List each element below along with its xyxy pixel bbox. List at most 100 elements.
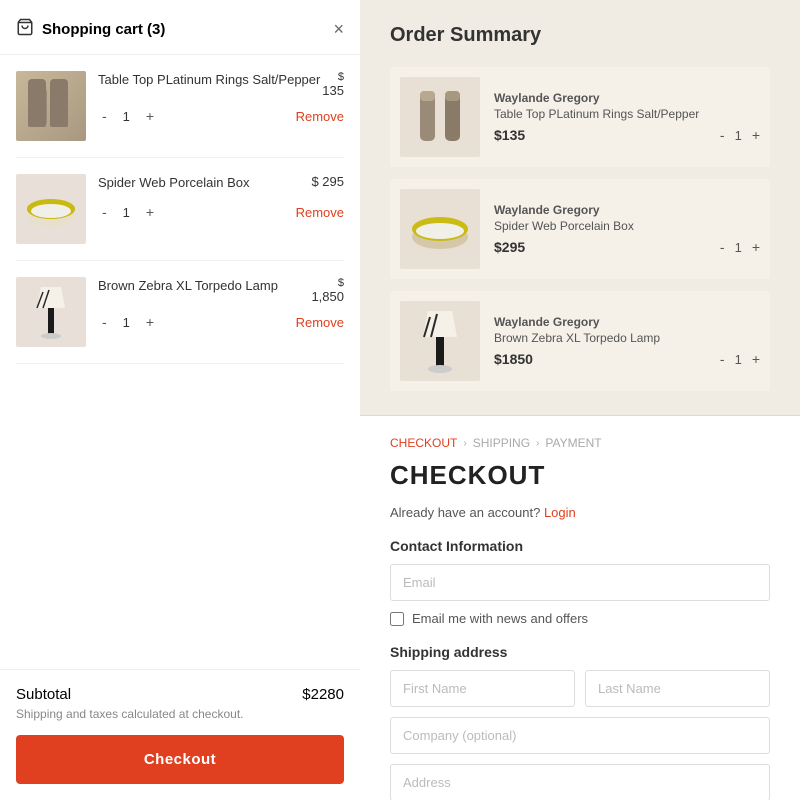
qty-minus-lamp[interactable]: - — [98, 314, 111, 330]
breadcrumb-sep-1: › — [463, 438, 466, 449]
order-items-list: Waylande Gregory Table Top PLatinum Ring… — [390, 67, 770, 391]
breadcrumb-sep-2: › — [536, 438, 539, 449]
cart-title: Shopping cart (3) — [42, 21, 165, 38]
order-qty-plus-2[interactable]: + — [752, 351, 760, 367]
first-name-input[interactable] — [390, 670, 575, 707]
order-qty-minus-1[interactable]: - — [720, 239, 725, 255]
cart-header: Shopping cart (3) × — [0, 0, 360, 55]
cart-footer: Subtotal $2280 Shipping and taxes calcul… — [0, 669, 360, 800]
account-prompt-text: Already have an account? — [390, 505, 540, 520]
breadcrumb-shipping: SHIPPING — [473, 436, 530, 450]
cart-item-porcelain: Spider Web Porcelain Box $ 295 - 1 + Rem… — [16, 158, 344, 261]
order-item-bottom-1: $295 - 1 + — [494, 239, 760, 255]
company-input[interactable] — [390, 717, 770, 754]
order-summary-title: Order Summary — [390, 24, 770, 47]
cart-icon — [16, 18, 34, 40]
cart-item-price-salt-pepper: $ 135 — [322, 71, 344, 98]
cart-item-top-porcelain: Spider Web Porcelain Box $ 295 — [98, 174, 344, 194]
name-row — [390, 670, 770, 717]
qty-minus-salt-pepper[interactable]: - — [98, 108, 111, 124]
remove-salt-pepper[interactable]: Remove — [296, 109, 344, 124]
order-item-brand-1: Waylande Gregory — [494, 203, 760, 217]
order-item-brand-0: Waylande Gregory — [494, 91, 760, 105]
subtotal-label: Subtotal — [16, 686, 71, 703]
cart-item-image-salt-pepper — [16, 71, 86, 141]
shipping-section-label: Shipping address — [390, 644, 770, 660]
order-item-salt-pepper: Waylande Gregory Table Top PLatinum Ring… — [390, 67, 770, 167]
order-item-brand-2: Waylande Gregory — [494, 315, 760, 329]
newsletter-checkbox[interactable] — [390, 612, 404, 626]
last-name-input[interactable] — [585, 670, 770, 707]
login-link[interactable]: Login — [544, 505, 576, 520]
order-item-price-2: $1850 — [494, 351, 533, 367]
order-item-qty-1: - 1 + — [720, 239, 760, 255]
order-item-porcelain: Waylande Gregory Spider Web Porcelain Bo… — [390, 179, 770, 279]
checkout-panel: Order Summary Waylande Gregory Table Top… — [360, 0, 800, 800]
newsletter-label: Email me with news and offers — [412, 611, 588, 626]
cart-item-controls-salt-pepper: - 1 + Remove — [98, 108, 344, 124]
cart-item-top-lamp: Brown Zebra XL Torpedo Lamp $ 1,850 — [98, 277, 344, 304]
address-input[interactable] — [390, 764, 770, 800]
order-qty-plus-1[interactable]: + — [752, 239, 760, 255]
order-item-qty-2: - 1 + — [720, 351, 760, 367]
cart-item-top: Table Top PLatinum Rings Salt/Pepper $ 1… — [98, 71, 344, 98]
remove-lamp[interactable]: Remove — [296, 315, 344, 330]
order-qty-minus-2[interactable]: - — [720, 351, 725, 367]
qty-value-porcelain: 1 — [123, 205, 130, 220]
order-item-lamp: Waylande Gregory Brown Zebra XL Torpedo … — [390, 291, 770, 391]
qty-plus-lamp[interactable]: + — [142, 314, 158, 330]
order-item-bottom-2: $1850 - 1 + — [494, 351, 760, 367]
order-item-price-1: $295 — [494, 239, 525, 255]
cart-item-info-salt-pepper: Table Top PLatinum Rings Salt/Pepper $ 1… — [98, 71, 344, 124]
account-prompt: Already have an account? Login — [390, 505, 770, 520]
qty-value-lamp: 1 — [123, 315, 130, 330]
qty-control-salt-pepper: - 1 + — [98, 108, 158, 124]
cart-item-controls-porcelain: - 1 + Remove — [98, 204, 344, 220]
cart-item-controls-lamp: - 1 + Remove — [98, 314, 344, 330]
cart-item-name-salt-pepper: Table Top PLatinum Rings Salt/Pepper — [98, 71, 320, 89]
checkout-title: CHECKOUT — [390, 460, 770, 491]
order-qty-value-2: 1 — [735, 352, 742, 367]
breadcrumb-checkout: CHECKOUT — [390, 436, 457, 450]
cart-item-image-porcelain — [16, 174, 86, 244]
qty-control-lamp: - 1 + — [98, 314, 158, 330]
cart-item-image-lamp — [16, 277, 86, 347]
cart-items-list: Table Top PLatinum Rings Salt/Pepper $ 1… — [0, 55, 360, 669]
cart-item-info-lamp: Brown Zebra XL Torpedo Lamp $ 1,850 - 1 … — [98, 277, 344, 330]
cart-item-price-lamp: $ 1,850 — [311, 277, 344, 304]
order-item-img-salt-pepper — [400, 77, 480, 157]
order-item-details-salt-pepper: Waylande Gregory Table Top PLatinum Ring… — [494, 91, 760, 143]
order-item-details-porcelain: Waylande Gregory Spider Web Porcelain Bo… — [494, 203, 760, 255]
cart-item-name-lamp: Brown Zebra XL Torpedo Lamp — [98, 277, 278, 295]
cart-item-info-porcelain: Spider Web Porcelain Box $ 295 - 1 + Rem… — [98, 174, 344, 220]
order-qty-value-1: 1 — [735, 240, 742, 255]
qty-plus-salt-pepper[interactable]: + — [142, 108, 158, 124]
breadcrumb: CHECKOUT › SHIPPING › PAYMENT — [390, 436, 770, 450]
order-qty-plus-0[interactable]: + — [752, 127, 760, 143]
order-qty-minus-0[interactable]: - — [720, 127, 725, 143]
checkout-button[interactable]: Checkout — [16, 735, 344, 784]
checkout-form-section: CHECKOUT › SHIPPING › PAYMENT CHECKOUT A… — [360, 416, 800, 800]
cart-item-name-porcelain: Spider Web Porcelain Box — [98, 174, 250, 192]
qty-minus-porcelain[interactable]: - — [98, 204, 111, 220]
remove-porcelain[interactable]: Remove — [296, 205, 344, 220]
subtotal-value: $2280 — [302, 686, 344, 703]
subtotal-row: Subtotal $2280 — [16, 686, 344, 703]
order-item-qty-0: - 1 + — [720, 127, 760, 143]
order-item-details-lamp: Waylande Gregory Brown Zebra XL Torpedo … — [494, 315, 760, 367]
order-qty-value-0: 1 — [735, 128, 742, 143]
order-item-bottom-0: $135 - 1 + — [494, 127, 760, 143]
breadcrumb-payment: PAYMENT — [545, 436, 601, 450]
order-item-img-porcelain — [400, 189, 480, 269]
cart-close-button[interactable]: × — [333, 19, 344, 40]
newsletter-row: Email me with news and offers — [390, 611, 770, 626]
order-summary: Order Summary Waylande Gregory Table Top… — [360, 0, 800, 416]
email-input[interactable] — [390, 564, 770, 601]
cart-panel: Shopping cart (3) × Table Top PLatinum R… — [0, 0, 360, 800]
cart-item-price-porcelain: $ 295 — [311, 174, 344, 189]
qty-plus-porcelain[interactable]: + — [142, 204, 158, 220]
contact-section-label: Contact Information — [390, 538, 770, 554]
qty-control-porcelain: - 1 + — [98, 204, 158, 220]
order-item-price-0: $135 — [494, 127, 525, 143]
order-item-img-lamp — [400, 301, 480, 381]
